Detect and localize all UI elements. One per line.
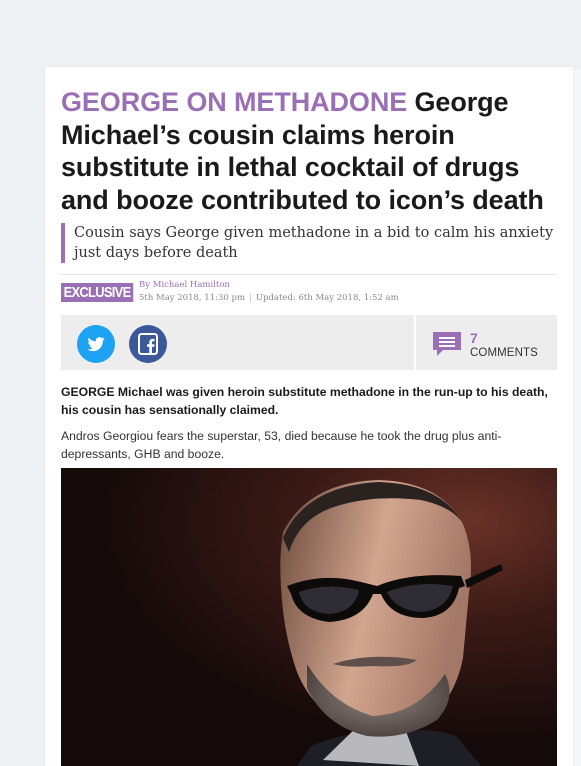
share-bar: 7 COMMENTS	[61, 315, 557, 370]
headline-kicker: GEORGE ON METHADONE	[61, 87, 408, 117]
article-dates: 5th May 2018, 11:30 pm | Updated: 6th May …	[139, 293, 399, 303]
article-lead: GEORGE Michael was given heroin substitu…	[61, 385, 548, 417]
article-standfirst: Cousin says George given methadone in a …	[61, 223, 554, 263]
updated-date: Updated: 6th May 2018, 1:52 am	[255, 293, 399, 303]
comments-label[interactable]: COMMENTS	[470, 347, 538, 359]
facebook-share-button[interactable]	[129, 325, 167, 363]
article-card: GEORGE ON METHADONE George Michael’s cou…	[45, 67, 573, 766]
article-paragraph: Andros Georgiou fears the superstar, 53,…	[61, 429, 502, 461]
twitter-icon	[87, 337, 105, 352]
twitter-share-button[interactable]	[77, 325, 115, 363]
byline-divider	[61, 274, 557, 275]
right-edge-column	[573, 70, 581, 766]
hero-photo	[61, 468, 557, 766]
facebook-icon	[138, 333, 158, 355]
article-headline: GEORGE ON METHADONE George Michael’s cou…	[61, 86, 561, 216]
published-date: 5th May 2018, 11:30 pm	[139, 293, 246, 303]
author-link[interactable]: By Michael Hamilton	[139, 280, 230, 290]
share-bar-divider	[414, 315, 416, 370]
hero-image	[61, 468, 557, 766]
comments-count[interactable]: 7	[470, 330, 478, 346]
exclusive-badge: EXCLUSIVE	[61, 283, 134, 302]
comments-icon[interactable]	[432, 331, 462, 357]
